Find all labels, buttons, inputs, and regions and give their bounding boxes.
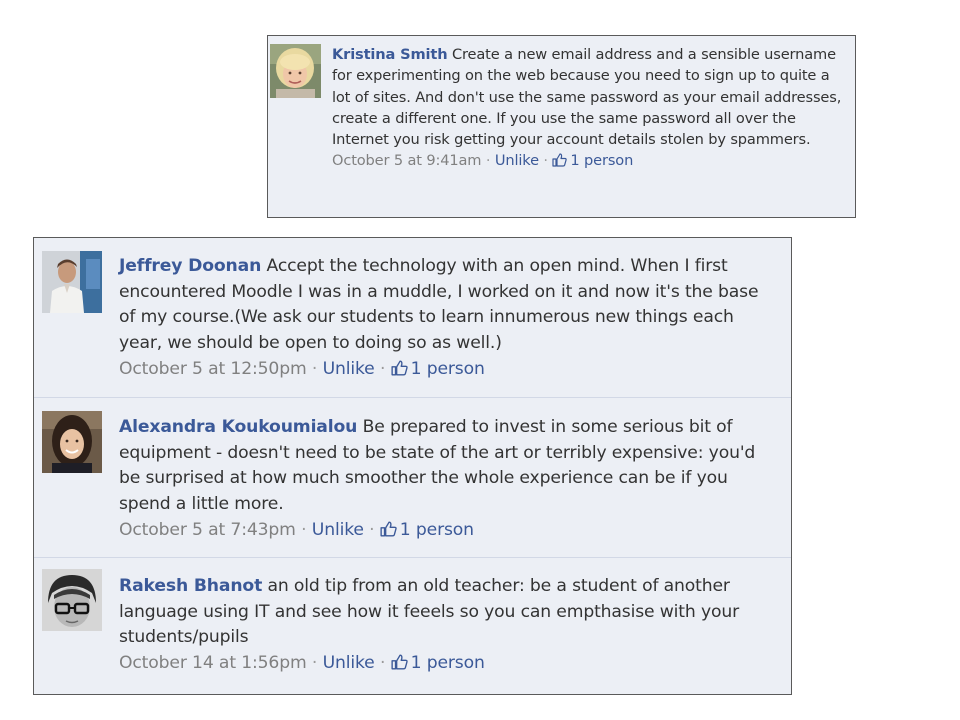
separator: · — [379, 653, 386, 674]
avatar[interactable] — [42, 569, 102, 631]
likes-link[interactable]: 1 person — [391, 653, 485, 673]
comment-alexandra-koukoumialou: Alexandra Koukoumialou Be prepared to in… — [34, 397, 791, 558]
separator: · — [543, 152, 548, 170]
author-name[interactable]: Rakesh Bhanot — [119, 576, 262, 596]
comment-timestamp[interactable]: October 5 at 9:41am — [332, 152, 482, 169]
separator: · — [311, 358, 318, 379]
likes-count: 1 person — [410, 653, 485, 674]
comment-timestamp[interactable]: October 14 at 1:56pm — [119, 653, 307, 673]
likes-count: 1 person — [410, 358, 485, 379]
likes-link[interactable]: 1 person — [552, 152, 633, 169]
author-name[interactable]: Alexandra Koukoumialou — [119, 417, 357, 437]
thumbs-up-icon — [391, 360, 408, 376]
avatar[interactable] — [270, 44, 321, 98]
avatar[interactable] — [42, 411, 102, 473]
comment-body: Rakesh Bhanot an old tip from an old tea… — [119, 574, 779, 677]
unlike-link[interactable]: Unlike — [312, 520, 364, 540]
avatar[interactable] — [42, 251, 102, 313]
comment-jeffrey-doonan: Jeffrey Doonan Accept the technology wit… — [34, 238, 791, 397]
separator: · — [485, 152, 491, 170]
likes-count: 1 person — [399, 519, 474, 540]
separator: · — [311, 653, 318, 674]
unlike-link[interactable]: Unlike — [323, 653, 375, 673]
comment-body: Jeffrey Doonan Accept the technology wit… — [119, 254, 779, 383]
thumbs-up-icon — [380, 521, 397, 537]
unlike-link[interactable]: Unlike — [495, 152, 539, 169]
thumbs-up-icon — [552, 153, 568, 168]
separator: · — [301, 519, 307, 540]
likes-link[interactable]: 1 person — [380, 520, 474, 540]
likes-link[interactable]: 1 person — [391, 359, 485, 379]
likes-count: 1 person — [570, 152, 634, 170]
unlike-link[interactable]: Unlike — [323, 359, 375, 379]
comment-body: Alexandra Koukoumialou Be prepared to in… — [119, 415, 779, 544]
comment-rakesh-bhanot: Rakesh Bhanot an old tip from an old tea… — [34, 557, 791, 697]
comment-panel-top: Kristina Smith Create a new email addres… — [267, 35, 856, 218]
comment-panel-main: Jeffrey Doonan Accept the technology wit… — [33, 237, 792, 695]
separator: · — [379, 358, 386, 379]
separator: · — [369, 519, 375, 540]
author-name[interactable]: Kristina Smith — [332, 46, 448, 63]
comment-body: Kristina Smith Create a new email addres… — [332, 44, 844, 172]
thumbs-up-icon — [391, 654, 408, 670]
comment-timestamp[interactable]: October 5 at 12:50pm — [119, 359, 307, 379]
comment-timestamp[interactable]: October 5 at 7:43pm — [119, 520, 296, 540]
author-name[interactable]: Jeffrey Doonan — [119, 256, 261, 276]
